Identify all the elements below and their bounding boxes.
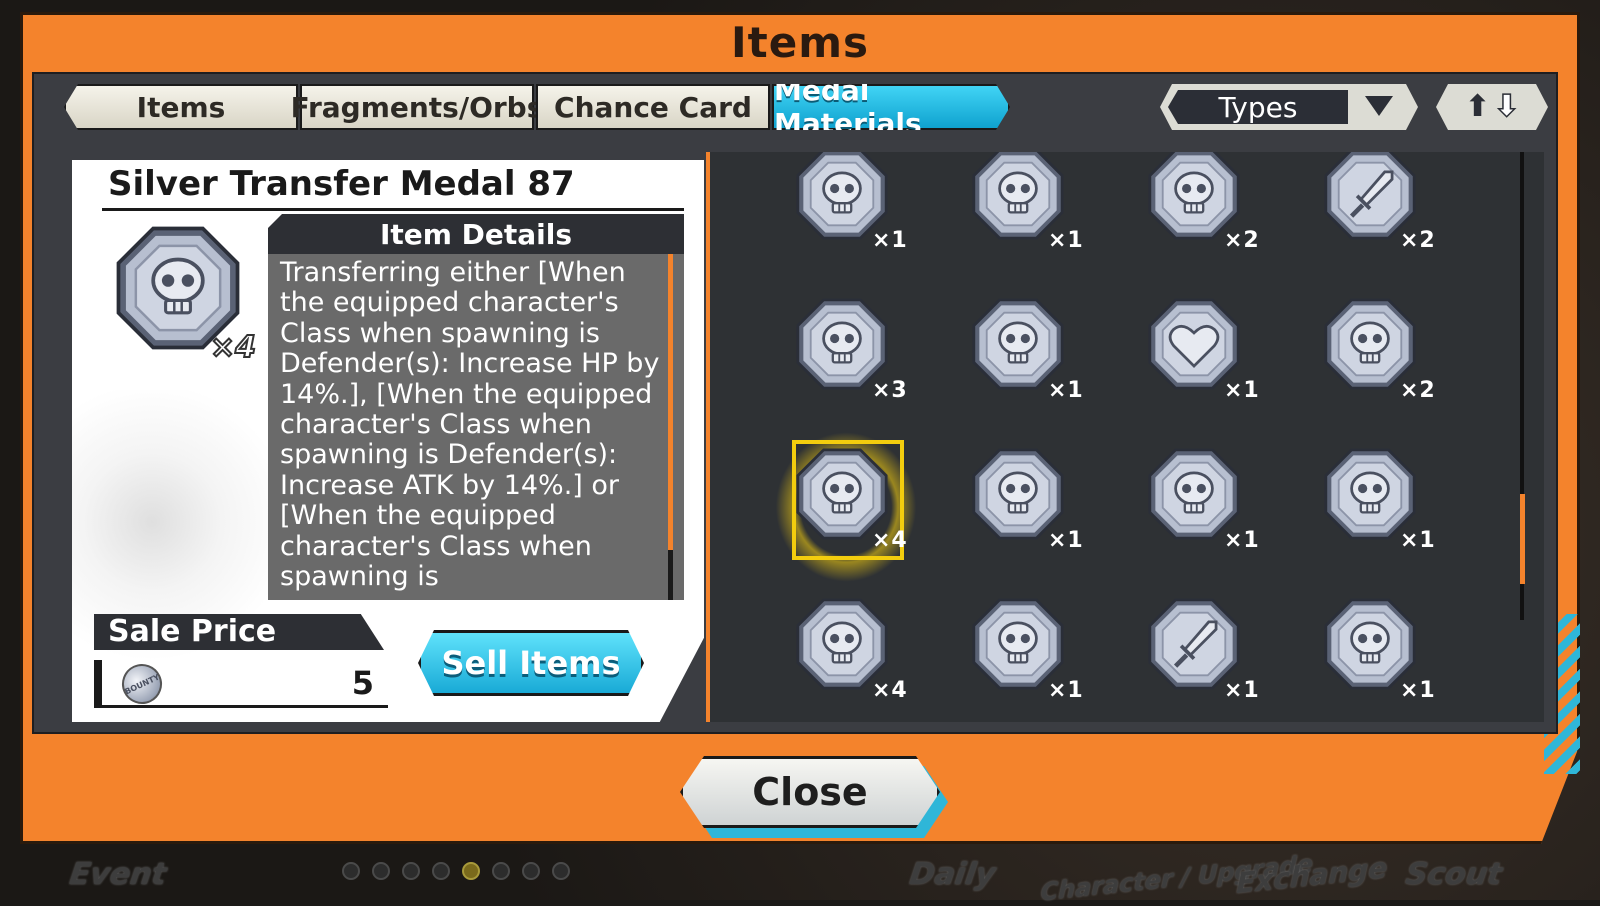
medal-count: ×2 bbox=[1400, 378, 1436, 403]
skull-medal-icon bbox=[972, 298, 1064, 390]
item-details-box[interactable]: Transferring either [When the equipped c… bbox=[268, 254, 684, 600]
medal-slot[interactable]: ×4 bbox=[796, 598, 908, 708]
medal-count: ×2 bbox=[1400, 228, 1436, 253]
medal-slot[interactable]: ×1 bbox=[1148, 298, 1260, 408]
details-scrollbar-thumb[interactable] bbox=[668, 254, 673, 550]
page-dot[interactable] bbox=[402, 862, 420, 880]
medal-count: ×4 bbox=[872, 678, 908, 703]
medal-slot[interactable]: ×1 bbox=[1324, 598, 1436, 708]
grid-scrollbar-thumb[interactable] bbox=[1520, 494, 1525, 584]
tab-items[interactable]: Items bbox=[64, 84, 298, 130]
item-name: Silver Transfer Medal 87 bbox=[108, 164, 575, 204]
item-details-heading: Item Details bbox=[268, 214, 684, 254]
medal-count: ×2 bbox=[1224, 228, 1260, 253]
medal-count: ×1 bbox=[1400, 528, 1436, 553]
medal-count: ×1 bbox=[1048, 528, 1084, 553]
skull-medal-icon bbox=[972, 152, 1064, 240]
skull-medal-icon bbox=[972, 448, 1064, 540]
sale-price-label: Sale Price bbox=[94, 614, 384, 650]
medal-count: ×1 bbox=[1224, 678, 1260, 703]
medal-count: ×1 bbox=[1048, 378, 1084, 403]
medal-slot[interactable]: ×1 bbox=[796, 152, 908, 258]
page-dot[interactable] bbox=[522, 862, 540, 880]
skull-medal-icon bbox=[1324, 298, 1416, 390]
sword-medal-icon bbox=[1324, 152, 1416, 240]
sort-down-arrow-icon: ⬇ bbox=[1494, 89, 1520, 124]
item-owned-count: ×4 bbox=[209, 329, 257, 366]
item-description: Transferring either [When the equipped c… bbox=[280, 257, 660, 593]
skull-medal-icon bbox=[796, 598, 888, 690]
medal-count: ×1 bbox=[1224, 528, 1260, 553]
types-filter-dropdown[interactable]: Types bbox=[1160, 84, 1418, 130]
medal-slot[interactable]: ×1 bbox=[972, 152, 1084, 258]
medal-slot[interactable]: ×1 bbox=[972, 448, 1084, 558]
page-dot-active[interactable] bbox=[462, 862, 480, 880]
tab-fragments-orbs[interactable]: Fragments/Orbs bbox=[291, 84, 543, 130]
sort-up-arrow-icon: ⬆ bbox=[1464, 89, 1490, 124]
medal-count: ×1 bbox=[1400, 678, 1436, 703]
heart-medal-icon bbox=[1148, 298, 1240, 390]
nav-event[interactable]: Event bbox=[68, 857, 169, 892]
page-dot[interactable] bbox=[372, 862, 390, 880]
chevron-down-icon bbox=[1365, 96, 1393, 116]
tab-medal-materials[interactable]: Medal Materials bbox=[772, 84, 1010, 130]
skull-medal-icon bbox=[972, 598, 1064, 690]
window-title: Items bbox=[731, 18, 869, 67]
page-dot[interactable] bbox=[552, 862, 570, 880]
tab-chance-card[interactable]: Chance Card bbox=[536, 84, 770, 130]
nav-scout[interactable]: Scout bbox=[1404, 857, 1505, 892]
close-button[interactable]: Close bbox=[680, 756, 940, 828]
skull-medal-icon bbox=[796, 448, 888, 540]
divider bbox=[102, 208, 684, 211]
sale-price-row: BOUNTY 5 bbox=[94, 657, 388, 711]
medal-slot[interactable]: ×1 bbox=[1148, 598, 1260, 708]
page-dot[interactable] bbox=[492, 862, 510, 880]
items-window: Items Items Fragments/Orbs Chance Card M… bbox=[20, 12, 1580, 844]
medal-slot[interactable]: ×3 bbox=[796, 298, 908, 408]
skull-medal-icon bbox=[796, 152, 888, 240]
medal-grid-panel: ×1 ×1 ×2 ×2 ×3 ×1 ×1 ×2 ×4 ×1 ×1 ×1 ×4 ×1 ×1 ×1 bbox=[706, 152, 1544, 722]
medal-slot[interactable]: ×2 bbox=[1324, 298, 1436, 408]
sword-medal-icon bbox=[1148, 598, 1240, 690]
item-detail-panel: Silver Transfer Medal 87 ×4 Item Details… bbox=[72, 160, 704, 722]
skull-medal-icon bbox=[1148, 152, 1240, 240]
skull-medal-icon bbox=[1148, 448, 1240, 540]
medal-slot[interactable]: ×1 bbox=[972, 298, 1084, 408]
medal-count: ×4 bbox=[872, 528, 908, 553]
medal-count: ×3 bbox=[872, 378, 908, 403]
medal-slot[interactable]: ×2 bbox=[1324, 152, 1436, 258]
sell-items-button[interactable]: Sell Items bbox=[418, 630, 644, 696]
types-filter-label: Types bbox=[1168, 90, 1348, 124]
medal-slot[interactable]: ×4 bbox=[796, 448, 908, 558]
sale-price-value: 5 bbox=[351, 664, 374, 702]
sort-order-button[interactable]: ⬆ ⬇ bbox=[1436, 84, 1548, 130]
page-dot[interactable] bbox=[432, 862, 450, 880]
medal-count: ×1 bbox=[1048, 678, 1084, 703]
page-dots bbox=[342, 862, 570, 880]
medal-slot[interactable]: ×1 bbox=[972, 598, 1084, 708]
medal-slot[interactable]: ×1 bbox=[1148, 448, 1260, 558]
medal-slot[interactable]: ×2 bbox=[1148, 152, 1260, 258]
medal-count: ×1 bbox=[872, 228, 908, 253]
bounty-coin-icon: BOUNTY bbox=[115, 657, 169, 711]
medal-count: ×1 bbox=[1224, 378, 1260, 403]
page-dot[interactable] bbox=[342, 862, 360, 880]
nav-daily[interactable]: Daily bbox=[908, 857, 998, 892]
skull-medal-icon bbox=[1324, 448, 1416, 540]
skull-medal-icon bbox=[1324, 598, 1416, 690]
medal-slot[interactable]: ×1 bbox=[1324, 448, 1436, 558]
skull-medal-icon bbox=[796, 298, 888, 390]
medal-count: ×1 bbox=[1048, 228, 1084, 253]
